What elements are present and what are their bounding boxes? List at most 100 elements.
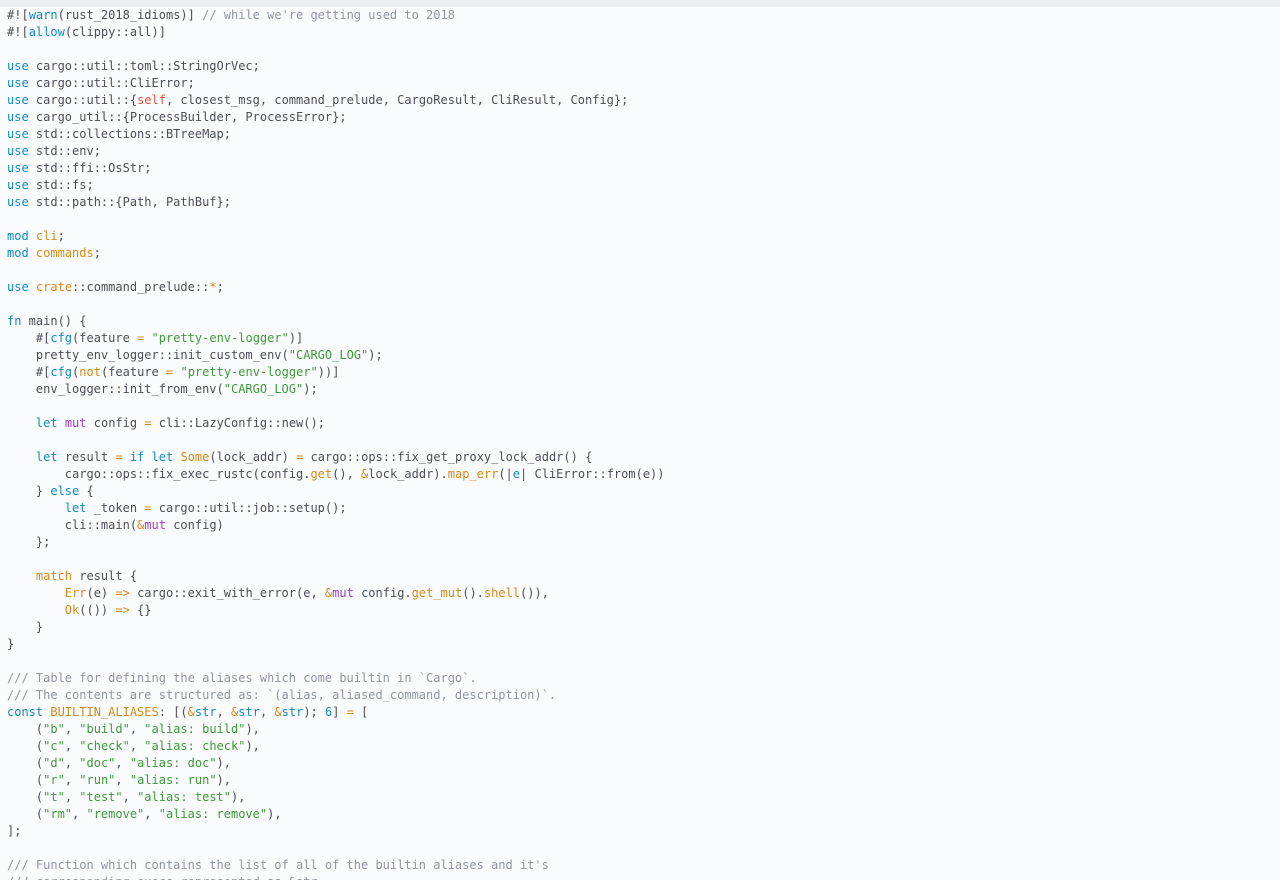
code-token: str [194, 705, 217, 719]
code-token: cfg [50, 331, 73, 345]
code-token: => [115, 603, 130, 617]
code-token: , closest_msg, command_prelude, CargoRes… [165, 93, 629, 107]
code-token: , [72, 807, 87, 821]
code-token: mut [332, 586, 354, 600]
code-token: ); [303, 382, 318, 396]
code-token: , [64, 756, 80, 770]
code-token: get_mut [411, 586, 463, 600]
code-line: cli::main(&mut config) [7, 517, 1280, 534]
code-token: : [( [158, 705, 188, 719]
code-token: mut [144, 518, 166, 532]
code-token: , [129, 739, 145, 753]
code-token: use [7, 178, 29, 192]
code-token: let [151, 450, 174, 464]
code-token: main() { [21, 314, 87, 328]
code-line: Err(e) => cargo::exit_with_error(e, &mut… [7, 585, 1280, 602]
code-token: "remove" [86, 807, 145, 821]
code-token: ( [7, 739, 44, 753]
code-token: mod [7, 229, 29, 243]
code-token: "build" [79, 722, 130, 736]
code-token: cargo::util::{ [28, 93, 138, 107]
code-token: const [7, 705, 44, 719]
code-content[interactable]: #![warn(rust_2018_idioms)] // while we'r… [0, 7, 1280, 880]
code-token: "check" [79, 739, 130, 753]
code-line: ​ [7, 398, 1280, 415]
code-token: cargo::exit_with_error(e, [129, 586, 325, 600]
editor-top-bar [0, 0, 1280, 7]
code-token: mod [7, 246, 29, 260]
code-token: str [281, 705, 304, 719]
code-token: commands [35, 246, 94, 260]
code-token: crate [35, 280, 73, 294]
code-token: use [7, 93, 29, 107]
code-token: = [115, 450, 123, 464]
code-token: result { [72, 569, 138, 583]
code-line: use cargo_util::{ProcessBuilder, Process… [7, 109, 1280, 126]
code-line: let _token = cargo::util::job::setup(); [7, 500, 1280, 517]
code-token: (feature [72, 331, 138, 345]
code-token: } [7, 484, 51, 498]
code-line: } [7, 619, 1280, 636]
code-token: cargo::util::CliError; [28, 76, 195, 90]
code-token: cargo::util::job::setup(); [151, 501, 347, 515]
code-token: ::command_prelude:: [72, 280, 210, 294]
code-token: (e) [86, 586, 116, 600]
code-line: #[cfg(not(feature = "pretty-env-logger")… [7, 364, 1280, 381]
code-line: #![allow(clippy::all)] [7, 24, 1280, 41]
code-token: map_err [447, 467, 499, 481]
code-line: const BUILTIN_ALIASES: [(&str, &str, &st… [7, 704, 1280, 721]
code-token: std::ffi::OsStr; [28, 161, 152, 175]
code-editor[interactable]: #![warn(rust_2018_idioms)] // while we'r… [0, 7, 1280, 880]
code-token: , [259, 705, 275, 719]
code-line: ("d", "doc", "alias: doc"), [7, 755, 1280, 772]
code-line: use std::ffi::OsStr; [7, 160, 1280, 177]
code-line: /// The contents are structured as: `(al… [7, 687, 1280, 704]
code-token: #![ [7, 25, 29, 39]
code-line: ​ [7, 432, 1280, 449]
code-line: } else { [7, 483, 1280, 500]
code-token: not [79, 365, 101, 379]
code-token: => [115, 586, 130, 600]
code-line: #![warn(rust_2018_idioms)] // while we'r… [7, 7, 1280, 24]
code-token: e [512, 467, 521, 481]
code-token: * [209, 280, 217, 294]
code-token: } [7, 637, 15, 651]
code-token: "rm" [43, 807, 73, 821]
code-token: & [274, 705, 282, 719]
code-token: (), [332, 467, 362, 481]
code-line: ​ [7, 262, 1280, 279]
code-token: pretty_env_logger::init_custom_env( [7, 348, 289, 362]
code-token: cli::main( [7, 518, 138, 532]
code-token: let [35, 416, 58, 430]
code-token: (rust_2018_idioms)] [57, 8, 203, 22]
code-line: ("r", "run", "alias: run"), [7, 772, 1280, 789]
code-token: } [7, 620, 44, 634]
code-token: ))] [317, 365, 340, 379]
code-line: /// Function which contains the list of … [7, 857, 1280, 874]
code-token: ; [216, 280, 224, 294]
code-token: config [86, 416, 145, 430]
code-token: )] [288, 331, 304, 345]
code-line: fn main() { [7, 313, 1280, 330]
code-token: , [64, 722, 80, 736]
code-token: use [7, 110, 29, 124]
code-token: ), [216, 756, 231, 770]
code-token: "d" [43, 756, 65, 770]
code-line: use std::fs; [7, 177, 1280, 194]
code-token: std::env; [28, 144, 101, 158]
code-token: #[ [7, 331, 51, 345]
code-line: }; [7, 534, 1280, 551]
code-line: use cargo::util::{self, closest_msg, com… [7, 92, 1280, 109]
code-token: std::fs; [28, 178, 94, 192]
code-line: use std::collections::BTreeMap; [7, 126, 1280, 143]
code-token: use [7, 161, 29, 175]
code-token: (lock_addr) [209, 450, 297, 464]
code-token: "alias: test" [137, 790, 231, 804]
code-token: self [137, 93, 166, 107]
